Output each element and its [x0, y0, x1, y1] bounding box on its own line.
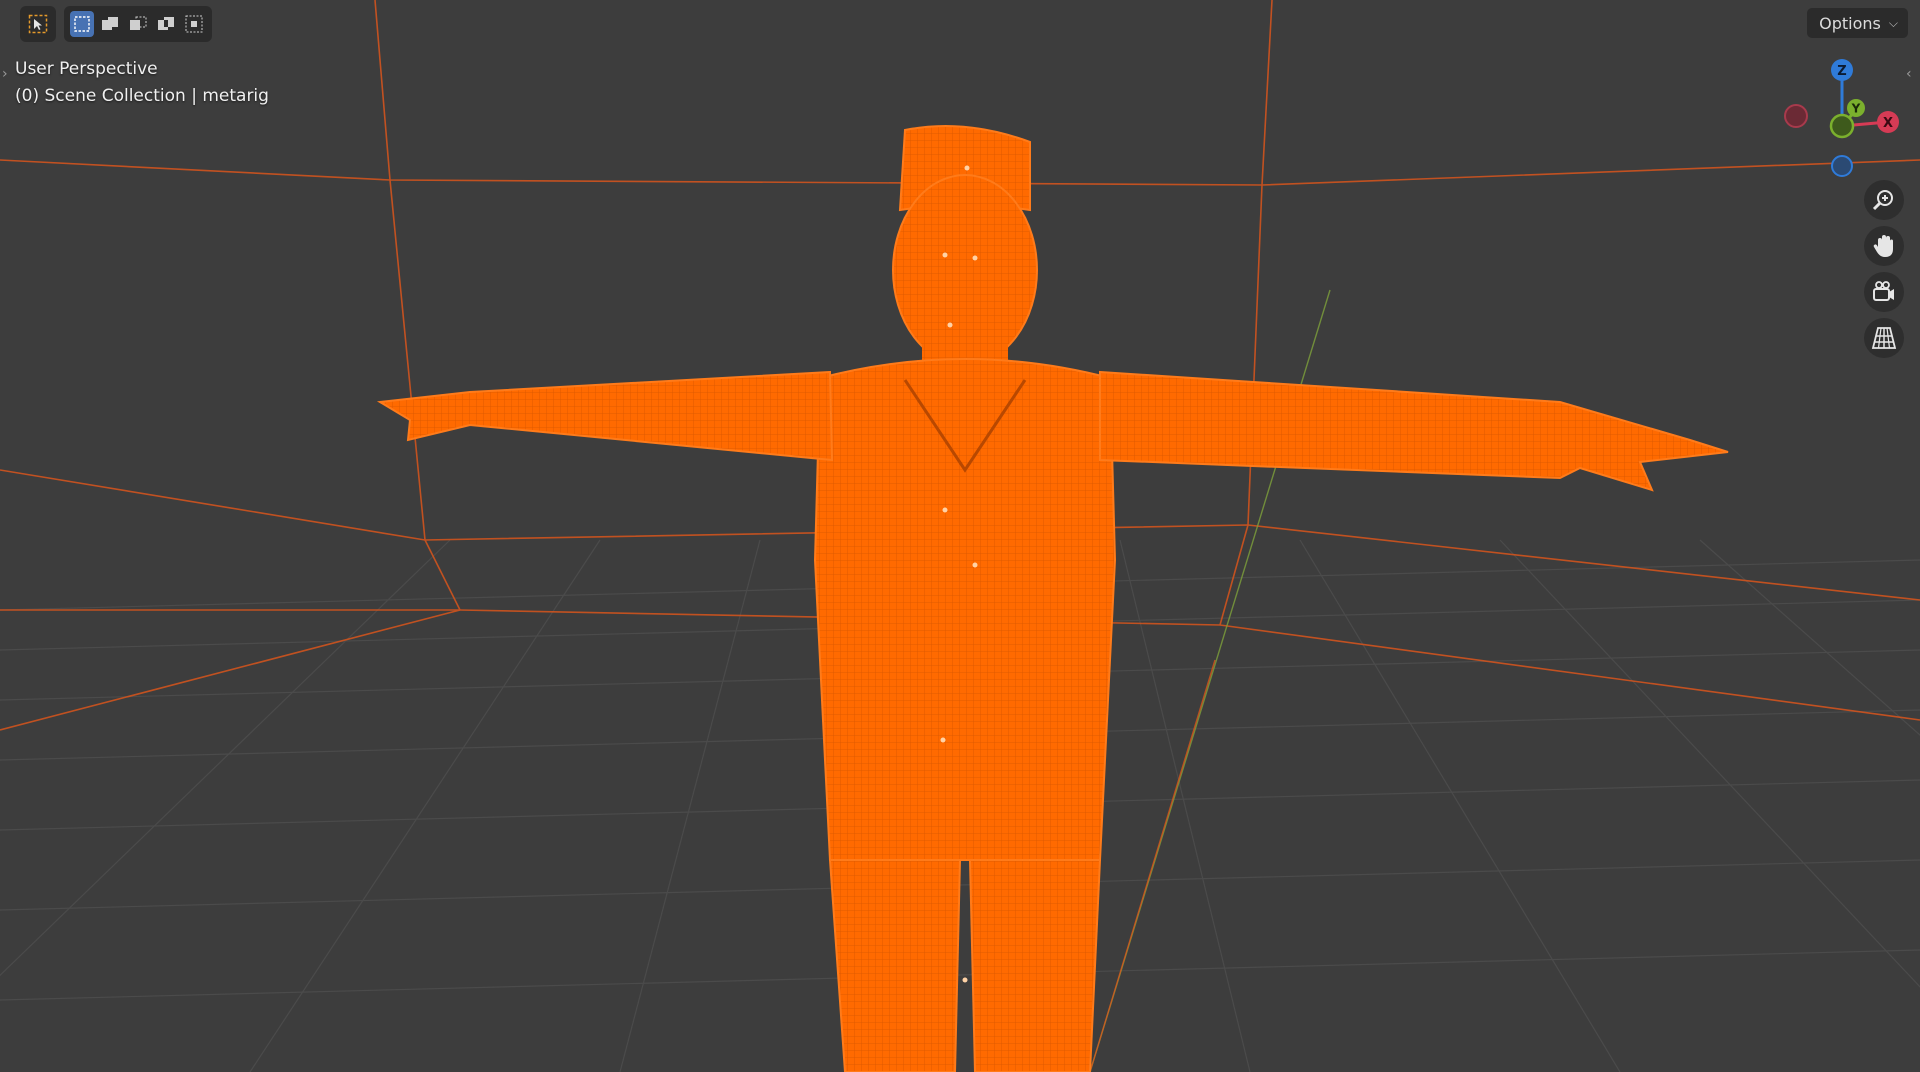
cursor-select-icon[interactable] — [26, 11, 50, 37]
select-new-icon[interactable] — [70, 11, 94, 37]
camera-view-icon — [1873, 281, 1894, 301]
y-axis-handle[interactable]: Y — [1847, 99, 1865, 117]
x-axis-handle[interactable]: X — [1877, 111, 1899, 133]
selection-mode-group — [64, 6, 212, 42]
z-axis-handle[interactable]: Z — [1831, 59, 1853, 81]
pan-hand-icon — [1873, 235, 1893, 257]
select-extend-icon[interactable] — [98, 11, 122, 37]
pan-button[interactable] — [1864, 226, 1904, 266]
character-mesh[interactable] — [376, 125, 1729, 1072]
negative-x-handle[interactable] — [1784, 104, 1808, 128]
negative-y-handle[interactable] — [1829, 113, 1855, 139]
options-dropdown[interactable]: Options ⌵ — [1807, 8, 1908, 38]
zoom-button[interactable] — [1864, 180, 1904, 220]
viewport-header: Options ⌵ — [0, 0, 1920, 48]
select-intersect-icon[interactable] — [182, 11, 206, 37]
chevron-down-icon: ⌵ — [1888, 15, 1898, 30]
options-label: Options — [1819, 13, 1881, 33]
select-difference-icon[interactable] — [154, 11, 178, 37]
zoom-icon — [1872, 190, 1893, 211]
viewport-3d[interactable] — [0, 0, 1920, 1072]
z-axis-label: Z — [1837, 64, 1846, 79]
scene-context: (0) Scene Collection | metarig — [15, 86, 269, 106]
x-axis-label: X — [1883, 116, 1893, 131]
y-axis-label: Y — [1851, 102, 1861, 116]
toolbar-expand-icon[interactable]: › — [2, 66, 8, 82]
perspective-toggle-button[interactable] — [1864, 318, 1904, 358]
select-tool-group — [20, 6, 56, 42]
view-name: User Perspective — [15, 59, 158, 79]
camera-view-button[interactable] — [1864, 272, 1904, 312]
negative-z-handle[interactable] — [1831, 155, 1853, 177]
perspective-grid-icon — [1871, 327, 1897, 349]
navigation-gizmo[interactable]: Z Y X — [1776, 56, 1916, 186]
select-subtract-icon[interactable] — [126, 11, 150, 37]
viewport-info: User Perspective (0) Scene Collection | … — [15, 56, 269, 110]
